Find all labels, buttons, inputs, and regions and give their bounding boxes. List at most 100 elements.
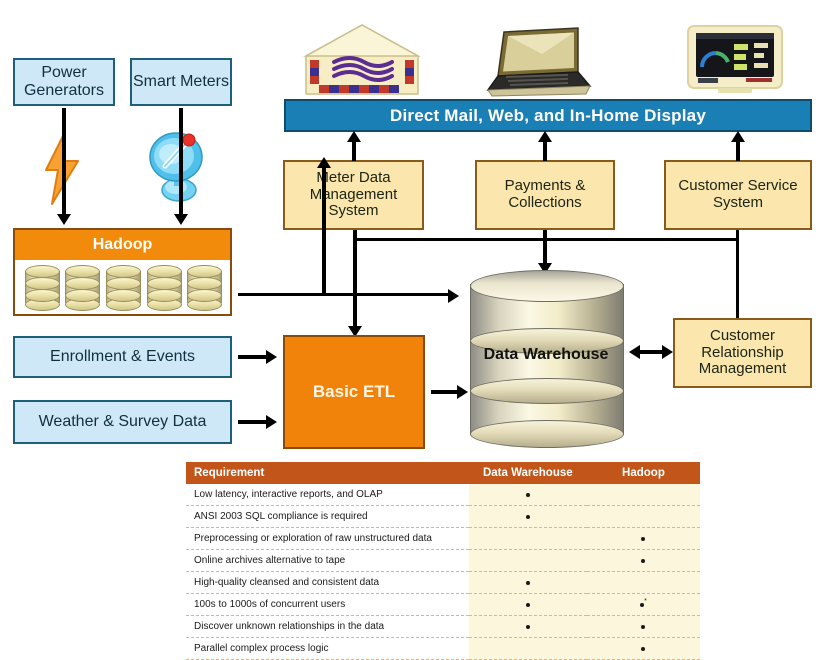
source-box-enrollment-events[interactable]: Enrollment & Events <box>13 336 232 378</box>
dw-band <box>470 378 624 404</box>
connector-css-to-banner <box>736 140 740 161</box>
arrowhead-hadoop-to-warehouse <box>448 289 459 303</box>
arrowhead-crm-to-warehouse <box>629 345 640 359</box>
cell-hadoop <box>586 549 700 572</box>
column-header-hadoop: Hadoop <box>586 462 700 484</box>
cell-hadoop <box>586 484 700 506</box>
arrowhead-enrollment-to-etl <box>266 350 277 364</box>
cell-hadoop <box>586 505 700 528</box>
architecture-diagram: Power Generators Smart Meters Hadoop Enr… <box>0 0 829 660</box>
marker-dot <box>641 536 646 541</box>
table-row: 100s to 1000s of concurrent users * <box>186 593 700 616</box>
marker-dot <box>525 580 530 585</box>
source-label-weather-survey: Weather & Survey Data <box>38 413 207 431</box>
dw-top-cap <box>470 270 624 302</box>
cell-requirement: Low latency, interactive reports, and OL… <box>186 484 469 506</box>
source-label-enrollment-events: Enrollment & Events <box>50 348 195 366</box>
marker-dot <box>525 492 530 497</box>
marker-dot <box>525 602 530 607</box>
system-box-customer-relationship-management[interactable]: Customer Relationship Management <box>673 318 812 388</box>
table-row: High-quality cleansed and consistent dat… <box>186 571 700 594</box>
hadoop-node-icon <box>105 265 141 311</box>
arrowhead-css-to-banner <box>731 131 745 142</box>
cell-requirement: 100s to 1000s of concurrent users <box>186 593 469 616</box>
hadoop-node-row <box>15 260 230 314</box>
connector-payments-to-banner <box>543 140 547 161</box>
connector-weather-to-etl <box>238 420 268 424</box>
connector-bus-up-to-mdms <box>322 165 326 295</box>
system-box-customer-service-system[interactable]: Customer Service System <box>664 160 812 230</box>
cell-requirement: Preprocessing or exploration of raw unst… <box>186 527 469 550</box>
source-box-power-generators[interactable]: Power Generators <box>13 58 115 106</box>
system-box-meter-data-management-system[interactable]: Meter Data Management System <box>283 160 424 230</box>
hadoop-node-icon <box>187 265 223 311</box>
arrowhead-bus-up-to-mdms <box>317 157 331 168</box>
output-channels-label: Direct Mail, Web, and In-Home Display <box>390 105 706 125</box>
system-label-meter-data-management-system: Meter Data Management System <box>309 168 398 220</box>
connector-hadoop-to-warehouse <box>238 293 450 296</box>
cell-data-warehouse <box>468 505 587 528</box>
requirement-comparison-table: Requirement Data Warehouse Hadoop Low la… <box>186 462 700 660</box>
cell-requirement: Parallel complex process logic <box>186 637 469 660</box>
source-label-power-generators: Power Generators <box>23 64 105 99</box>
cell-requirement: High-quality cleansed and consistent dat… <box>186 571 469 594</box>
table-row: Preprocessing or exploration of raw unst… <box>186 527 700 550</box>
cell-data-warehouse <box>468 484 587 506</box>
table-row: Online archives alternative to tape <box>186 549 700 572</box>
cell-requirement: Discover unknown relationships in the da… <box>186 615 469 638</box>
arrowhead-warehouse-to-crm <box>662 345 673 359</box>
cell-hadoop: * <box>586 593 700 616</box>
footnote-marker: * <box>644 598 647 606</box>
arrowhead-weather-to-etl <box>266 415 277 429</box>
cell-data-warehouse <box>468 571 587 594</box>
cell-data-warehouse <box>468 637 587 660</box>
hadoop-cluster[interactable]: Hadoop <box>13 228 232 316</box>
cell-hadoop <box>586 527 700 550</box>
cell-data-warehouse <box>468 593 587 616</box>
table-row: Low latency, interactive reports, and OL… <box>186 484 700 506</box>
cell-requirement: ANSI 2003 SQL compliance is required <box>186 505 469 528</box>
marker-dot <box>641 624 646 629</box>
column-header-data-warehouse: Data Warehouse <box>468 462 587 484</box>
laptop-icon <box>486 27 592 97</box>
marker-dot <box>525 514 530 519</box>
connector-etl-to-warehouse <box>431 390 459 394</box>
table-row: Parallel complex process logic <box>186 637 700 660</box>
hadoop-node-icon <box>65 265 101 311</box>
source-box-weather-survey[interactable]: Weather & Survey Data <box>13 400 232 444</box>
hadoop-title-label: Hadoop <box>92 236 153 253</box>
basic-etl-label: Basic ETL <box>312 382 396 402</box>
table-row: ANSI 2003 SQL compliance is required <box>186 505 700 528</box>
column-header-requirement: Requirement <box>186 462 469 484</box>
hadoop-node-icon <box>146 265 182 311</box>
arrowhead-mdms-to-banner <box>347 131 361 142</box>
source-box-smart-meters[interactable]: Smart Meters <box>130 58 232 106</box>
arrowhead-power-to-hadoop <box>57 214 71 225</box>
data-warehouse-text: Data Warehouse <box>483 346 609 363</box>
data-warehouse-label: Data Warehouse <box>470 346 622 364</box>
table-row: Discover unknown relationships in the da… <box>186 615 700 638</box>
connector-mdms-down-to-etl <box>353 230 357 330</box>
system-label-crm: Customer Relationship Management <box>698 326 787 378</box>
system-label-payments-collections: Payments & Collections <box>504 177 586 211</box>
arrowhead-payments-to-banner <box>538 131 552 142</box>
marker-dot <box>641 558 646 563</box>
cell-hadoop <box>586 571 700 594</box>
marker-dot <box>641 646 646 651</box>
cell-data-warehouse <box>468 549 587 572</box>
connector-mdms-to-banner <box>352 140 356 161</box>
system-box-payments-collections[interactable]: Payments & Collections <box>475 160 615 230</box>
lightning-bolt-icon <box>45 131 79 205</box>
hadoop-title-bar: Hadoop <box>15 230 230 260</box>
hadoop-node-icon <box>24 265 60 311</box>
output-channels-banner[interactable]: Direct Mail, Web, and In-Home Display <box>284 99 812 132</box>
source-label-smart-meters: Smart Meters <box>132 73 229 91</box>
dw-bottom-cap <box>470 420 624 448</box>
cell-hadoop <box>586 615 700 638</box>
data-warehouse-cylinder[interactable]: Data Warehouse <box>470 268 624 448</box>
basic-etl-box[interactable]: Basic ETL <box>283 335 425 449</box>
connector-meters-to-hadoop <box>179 108 183 216</box>
table-header-row: Requirement Data Warehouse Hadoop <box>186 462 700 484</box>
cell-data-warehouse <box>468 527 587 550</box>
cell-requirement: Online archives alternative to tape <box>186 549 469 572</box>
